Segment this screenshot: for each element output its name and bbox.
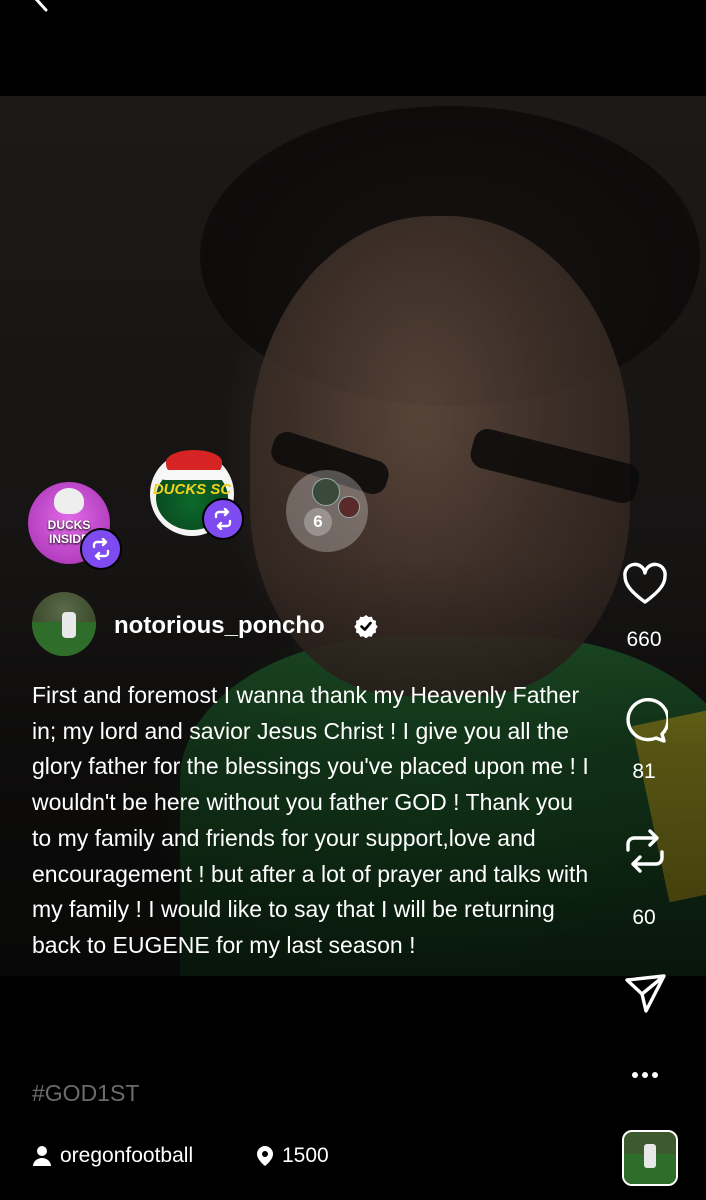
back-icon[interactable] <box>30 0 56 12</box>
more-icon[interactable] <box>622 1052 668 1098</box>
repost-icon <box>214 508 232 530</box>
more-reposters-count: 6 <box>304 508 332 536</box>
verified-icon <box>354 615 378 638</box>
repost-badge <box>80 528 122 570</box>
santa-hat-rim <box>160 470 226 480</box>
location-tag[interactable]: 1500 <box>256 1144 329 1168</box>
post-caption[interactable]: First and foremost I wanna thank my Heav… <box>32 678 592 964</box>
comment-count: 81 <box>632 760 656 783</box>
helmet-graphic <box>54 488 84 514</box>
person-icon <box>33 1146 51 1166</box>
repost-badge <box>202 498 244 540</box>
avatar-player <box>62 612 76 638</box>
tagged-user[interactable]: oregonfootball <box>32 1144 193 1168</box>
heart-icon[interactable] <box>622 562 668 608</box>
location-label: 1500 <box>282 1144 329 1167</box>
top-bar <box>0 0 706 96</box>
reposter-logo-text: DUCKS SC <box>152 481 232 498</box>
avatar <box>312 478 340 506</box>
comment-icon[interactable] <box>622 698 668 744</box>
post-hashtag[interactable]: #GOD1ST <box>32 1080 139 1107</box>
tagged-user-name: oregonfootball <box>60 1144 194 1167</box>
audio-thumbnail[interactable] <box>622 1130 678 1186</box>
send-icon[interactable] <box>622 970 668 1016</box>
repost-count: 60 <box>632 906 656 929</box>
like-count: 660 <box>626 628 662 651</box>
thumb-player <box>644 1144 656 1168</box>
avatar[interactable] <box>32 592 96 656</box>
avatar <box>338 496 360 518</box>
repost-icon <box>92 538 110 560</box>
share-icon[interactable] <box>622 828 668 874</box>
author-username[interactable]: notorious_poncho <box>114 612 325 640</box>
more-reposters-bubble[interactable]: 6 <box>286 470 368 552</box>
location-pin-icon <box>257 1146 273 1166</box>
